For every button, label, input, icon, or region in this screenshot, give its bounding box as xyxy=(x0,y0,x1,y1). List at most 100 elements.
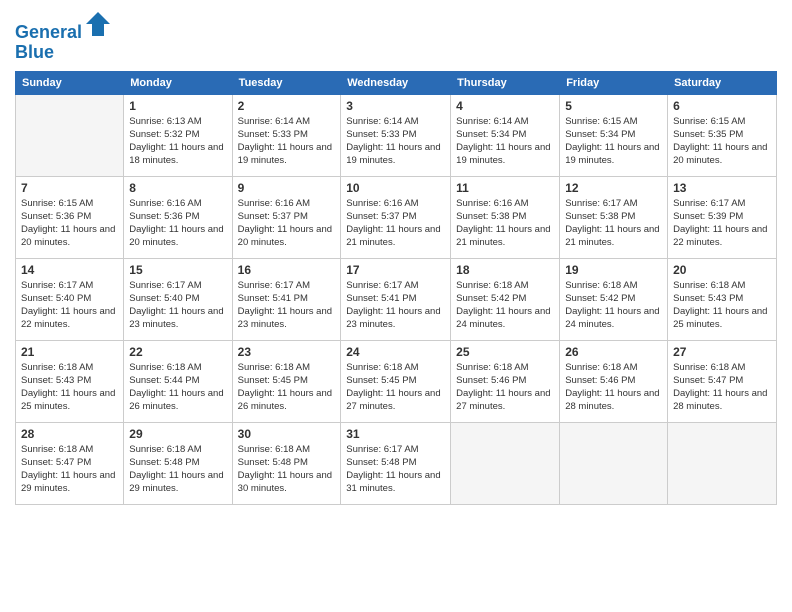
cell-info: Sunrise: 6:18 AMSunset: 5:46 PMDaylight:… xyxy=(565,361,662,414)
week-row-2: 7Sunrise: 6:15 AMSunset: 5:36 PMDaylight… xyxy=(16,176,777,258)
day-number: 8 xyxy=(129,181,226,195)
cell-info: Sunrise: 6:14 AMSunset: 5:34 PMDaylight:… xyxy=(456,115,554,168)
cell-info: Sunrise: 6:13 AMSunset: 5:32 PMDaylight:… xyxy=(129,115,226,168)
week-row-3: 14Sunrise: 6:17 AMSunset: 5:40 PMDayligh… xyxy=(16,258,777,340)
weekday-header-row: SundayMondayTuesdayWednesdayThursdayFrid… xyxy=(16,71,777,94)
calendar-cell: 22Sunrise: 6:18 AMSunset: 5:44 PMDayligh… xyxy=(124,340,232,422)
calendar-cell: 16 Sunrise: 6:17 AMSunset: 5:41 PMDayligh… xyxy=(232,258,341,340)
cell-info: Sunrise: 6:18 AMSunset: 5:42 PMDaylight:… xyxy=(565,279,662,332)
cell-info: Sunrise: 6:17 AMSunset: 5:48 PMDaylight:… xyxy=(346,443,445,496)
week-row-4: 21 Sunrise: 6:18 AMSunset: 5:43 PMDayligh… xyxy=(16,340,777,422)
cell-info: Sunrise: 6:18 AMSunset: 5:45 PMDaylight:… xyxy=(238,361,336,414)
calendar-cell: 31 Sunrise: 6:17 AMSunset: 5:48 PMDayligh… xyxy=(341,422,451,504)
cell-info: Sunrise: 6:16 AMSunset: 5:37 PMDaylight:… xyxy=(346,197,445,250)
day-number: 24 xyxy=(346,345,445,359)
weekday-header-friday: Friday xyxy=(560,71,668,94)
day-number: 30 xyxy=(238,427,336,441)
day-number: 6 xyxy=(673,99,771,113)
day-number: 28 xyxy=(21,427,118,441)
cell-info: Sunrise: 6:18 AMSunset: 5:43 PMDaylight:… xyxy=(673,279,771,332)
day-number: 18 xyxy=(456,263,554,277)
cell-info: Sunrise: 6:14 AMSunset: 5:33 PMDaylight:… xyxy=(238,115,336,168)
cell-info: Sunrise: 6:16 AMSunset: 5:37 PMDaylight:… xyxy=(238,197,336,250)
calendar-cell: 23 Sunrise: 6:18 AMSunset: 5:45 PMDayligh… xyxy=(232,340,341,422)
day-number: 3 xyxy=(346,99,445,113)
calendar-cell: 11Sunrise: 6:16 AMSunset: 5:38 PMDayligh… xyxy=(451,176,560,258)
day-number: 7 xyxy=(21,181,118,195)
logo-general: General xyxy=(15,22,82,42)
day-number: 15 xyxy=(129,263,226,277)
calendar-cell: 25 Sunrise: 6:18 AMSunset: 5:46 PMDayligh… xyxy=(451,340,560,422)
calendar-cell: 28 Sunrise: 6:18 AMSunset: 5:47 PMDayligh… xyxy=(16,422,124,504)
day-number: 17 xyxy=(346,263,445,277)
cell-info: Sunrise: 6:17 AMSunset: 5:41 PMDaylight:… xyxy=(346,279,445,332)
logo-text: General xyxy=(15,10,112,43)
logo: General Blue xyxy=(15,10,112,63)
weekday-header-saturday: Saturday xyxy=(668,71,777,94)
calendar-cell: 8 Sunrise: 6:16 AMSunset: 5:36 PMDaylight… xyxy=(124,176,232,258)
header: General Blue xyxy=(15,10,777,63)
weekday-header-sunday: Sunday xyxy=(16,71,124,94)
calendar-table: SundayMondayTuesdayWednesdayThursdayFrid… xyxy=(15,71,777,505)
calendar-cell xyxy=(668,422,777,504)
logo-icon xyxy=(84,10,112,38)
calendar-cell: 15 Sunrise: 6:17 AMSunset: 5:40 PMDayligh… xyxy=(124,258,232,340)
cell-info: Sunrise: 6:18 AMSunset: 5:45 PMDaylight:… xyxy=(346,361,445,414)
cell-info: Sunrise: 6:15 AMSunset: 5:35 PMDaylight:… xyxy=(673,115,771,168)
day-number: 5 xyxy=(565,99,662,113)
cell-info: Sunrise: 6:18 AMSunset: 5:44 PMDaylight:… xyxy=(129,361,226,414)
calendar-cell xyxy=(16,94,124,176)
day-number: 23 xyxy=(238,345,336,359)
page: General Blue SundayMondayTuesdayWednesda… xyxy=(0,0,792,612)
day-number: 13 xyxy=(673,181,771,195)
day-number: 10 xyxy=(346,181,445,195)
day-number: 9 xyxy=(238,181,336,195)
day-number: 20 xyxy=(673,263,771,277)
calendar-cell: 12Sunrise: 6:17 AMSunset: 5:38 PMDayligh… xyxy=(560,176,668,258)
day-number: 25 xyxy=(456,345,554,359)
day-number: 29 xyxy=(129,427,226,441)
day-number: 4 xyxy=(456,99,554,113)
cell-info: Sunrise: 6:18 AMSunset: 5:43 PMDaylight:… xyxy=(21,361,118,414)
calendar-cell xyxy=(451,422,560,504)
cell-info: Sunrise: 6:14 AMSunset: 5:33 PMDaylight:… xyxy=(346,115,445,168)
calendar-cell: 24 Sunrise: 6:18 AMSunset: 5:45 PMDayligh… xyxy=(341,340,451,422)
day-number: 16 xyxy=(238,263,336,277)
day-number: 31 xyxy=(346,427,445,441)
calendar-cell: 3 Sunrise: 6:14 AMSunset: 5:33 PMDaylight… xyxy=(341,94,451,176)
day-number: 12 xyxy=(565,181,662,195)
cell-info: Sunrise: 6:16 AMSunset: 5:36 PMDaylight:… xyxy=(129,197,226,250)
calendar-cell: 9 Sunrise: 6:16 AMSunset: 5:37 PMDaylight… xyxy=(232,176,341,258)
cell-info: Sunrise: 6:18 AMSunset: 5:48 PMDaylight:… xyxy=(129,443,226,496)
day-number: 1 xyxy=(129,99,226,113)
weekday-header-monday: Monday xyxy=(124,71,232,94)
day-number: 26 xyxy=(565,345,662,359)
weekday-header-tuesday: Tuesday xyxy=(232,71,341,94)
calendar-cell: 4 Sunrise: 6:14 AMSunset: 5:34 PMDaylight… xyxy=(451,94,560,176)
day-number: 2 xyxy=(238,99,336,113)
day-number: 27 xyxy=(673,345,771,359)
weekday-header-wednesday: Wednesday xyxy=(341,71,451,94)
cell-info: Sunrise: 6:18 AMSunset: 5:47 PMDaylight:… xyxy=(21,443,118,496)
cell-info: Sunrise: 6:18 AMSunset: 5:47 PMDaylight:… xyxy=(673,361,771,414)
cell-info: Sunrise: 6:18 AMSunset: 5:46 PMDaylight:… xyxy=(456,361,554,414)
day-number: 21 xyxy=(21,345,118,359)
calendar-cell: 30Sunrise: 6:18 AMSunset: 5:48 PMDayligh… xyxy=(232,422,341,504)
cell-info: Sunrise: 6:17 AMSunset: 5:40 PMDaylight:… xyxy=(129,279,226,332)
calendar-cell: 27 Sunrise: 6:18 AMSunset: 5:47 PMDayligh… xyxy=(668,340,777,422)
calendar-cell: 2 Sunrise: 6:14 AMSunset: 5:33 PMDaylight… xyxy=(232,94,341,176)
calendar-cell: 7Sunrise: 6:15 AMSunset: 5:36 PMDaylight… xyxy=(16,176,124,258)
cell-info: Sunrise: 6:15 AMSunset: 5:34 PMDaylight:… xyxy=(565,115,662,168)
weekday-header-thursday: Thursday xyxy=(451,71,560,94)
calendar-cell: 19Sunrise: 6:18 AMSunset: 5:42 PMDayligh… xyxy=(560,258,668,340)
calendar-cell: 21 Sunrise: 6:18 AMSunset: 5:43 PMDayligh… xyxy=(16,340,124,422)
cell-info: Sunrise: 6:17 AMSunset: 5:39 PMDaylight:… xyxy=(673,197,771,250)
cell-info: Sunrise: 6:17 AMSunset: 5:41 PMDaylight:… xyxy=(238,279,336,332)
calendar-cell xyxy=(560,422,668,504)
day-number: 11 xyxy=(456,181,554,195)
calendar-cell: 20 Sunrise: 6:18 AMSunset: 5:43 PMDayligh… xyxy=(668,258,777,340)
calendar-cell: 29 Sunrise: 6:18 AMSunset: 5:48 PMDayligh… xyxy=(124,422,232,504)
calendar-cell: 13 Sunrise: 6:17 AMSunset: 5:39 PMDayligh… xyxy=(668,176,777,258)
week-row-1: 1 Sunrise: 6:13 AMSunset: 5:32 PMDaylight… xyxy=(16,94,777,176)
logo-blue: Blue xyxy=(15,43,112,63)
